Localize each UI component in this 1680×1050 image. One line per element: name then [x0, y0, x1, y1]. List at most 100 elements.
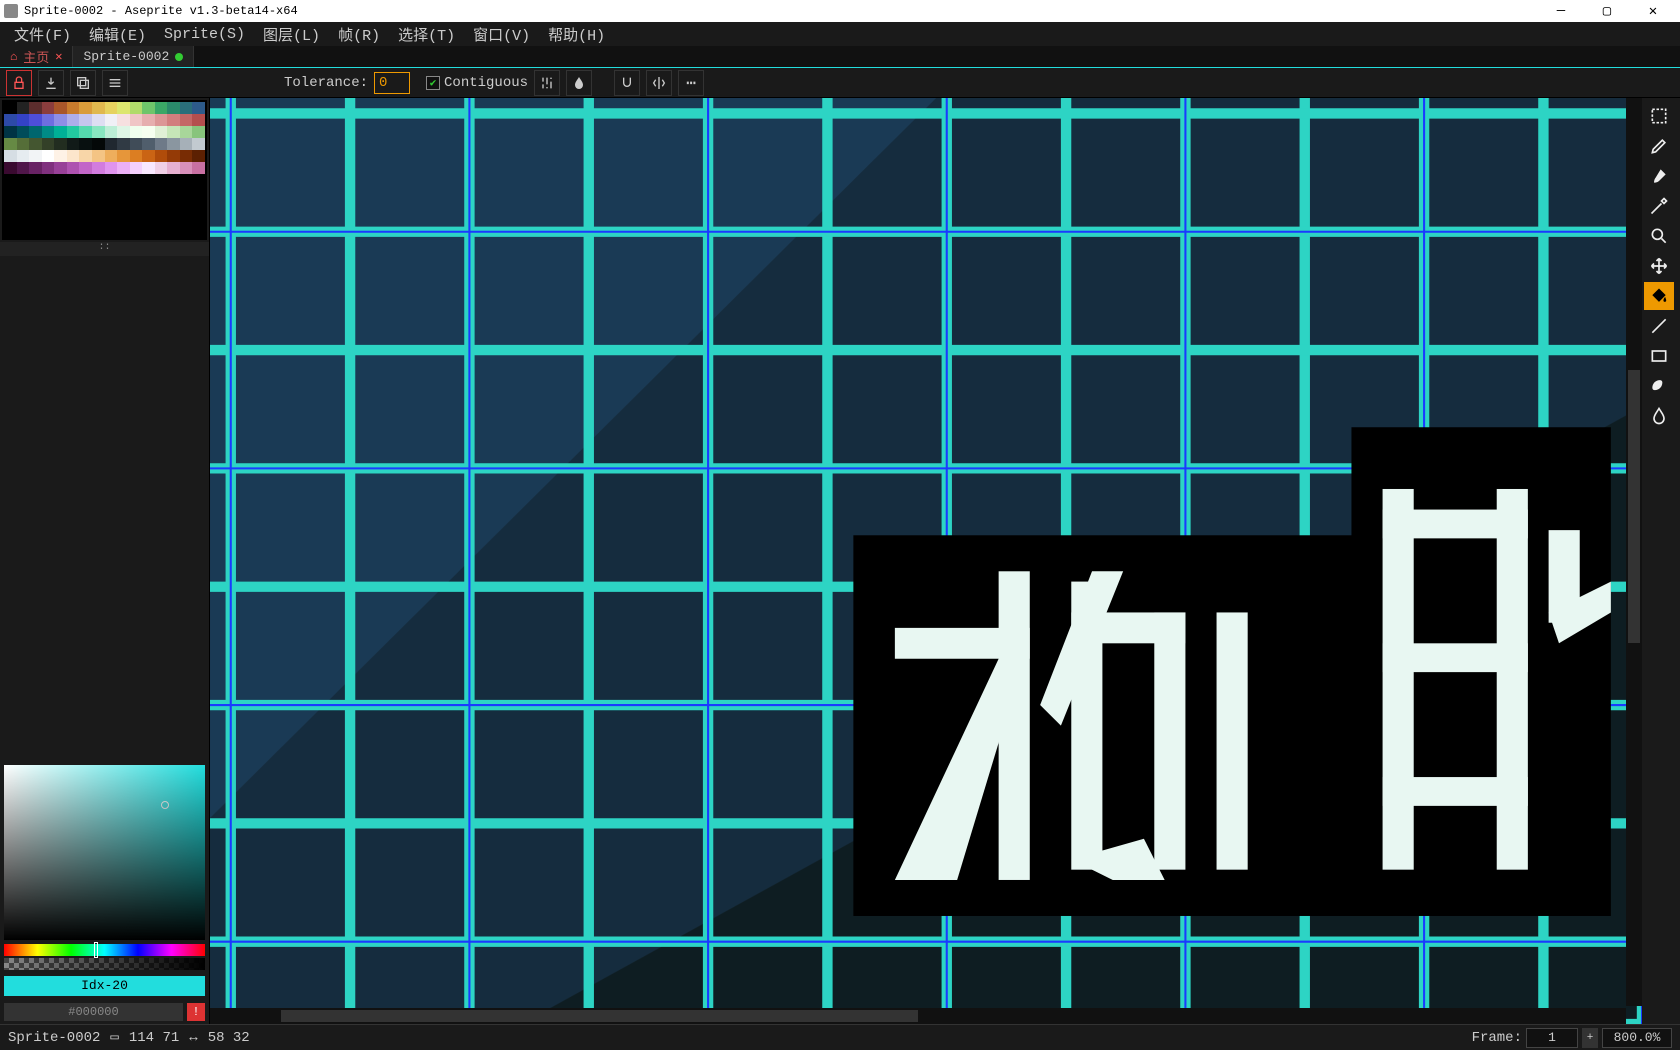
palette-swatch[interactable]	[17, 150, 30, 162]
tolerance-input[interactable]	[374, 72, 410, 94]
palette-swatch[interactable]	[79, 162, 92, 174]
palette-swatch[interactable]	[54, 102, 67, 114]
horizontal-scrollbar[interactable]	[210, 1008, 1626, 1024]
tool-marquee[interactable]	[1644, 102, 1674, 130]
palette-swatch[interactable]	[167, 150, 180, 162]
palette-swatch[interactable]	[17, 162, 30, 174]
settings-mixer-icon[interactable]	[534, 70, 560, 96]
palette-swatch[interactable]	[105, 138, 118, 150]
palette-swatch[interactable]	[4, 102, 17, 114]
palette-swatch[interactable]	[42, 138, 55, 150]
palette-swatch[interactable]	[29, 150, 42, 162]
palette-swatch[interactable]	[79, 138, 92, 150]
palette-swatch[interactable]	[42, 150, 55, 162]
menu-sprite[interactable]: Sprite(S)	[156, 24, 253, 45]
menu-frame[interactable]: 帧(R)	[330, 22, 388, 47]
menu-window[interactable]: 窗口(V)	[465, 22, 538, 47]
palette-swatch[interactable]	[4, 138, 17, 150]
palette-swatch[interactable]	[42, 102, 55, 114]
palette-swatch[interactable]	[180, 102, 193, 114]
symmetry-icon[interactable]	[646, 70, 672, 96]
contiguous-checkbox[interactable]: ✔ Contiguous	[426, 75, 528, 91]
palette-swatch[interactable]	[92, 150, 105, 162]
palette-swatch[interactable]	[155, 114, 168, 126]
more-icon[interactable]: ⋯	[678, 70, 704, 96]
palette-swatch[interactable]	[130, 102, 143, 114]
palette-swatch[interactable]	[79, 150, 92, 162]
palette-swatch[interactable]	[92, 126, 105, 138]
tool-contour[interactable]	[1644, 372, 1674, 400]
palette-swatch[interactable]	[92, 162, 105, 174]
ink-icon[interactable]	[566, 70, 592, 96]
palette-swatch[interactable]	[17, 126, 30, 138]
palette-swatch[interactable]	[92, 102, 105, 114]
tool-move[interactable]	[1644, 252, 1674, 280]
palette-swatch[interactable]	[117, 114, 130, 126]
palette-swatch[interactable]	[117, 102, 130, 114]
palette-swatch[interactable]	[117, 126, 130, 138]
palette-swatch[interactable]	[79, 102, 92, 114]
menu-help[interactable]: 帮助(H)	[540, 22, 613, 47]
palette-swatch[interactable]	[117, 138, 130, 150]
palette-swatch[interactable]	[192, 126, 205, 138]
frame-add-button[interactable]: +	[1582, 1028, 1598, 1048]
palette-swatch[interactable]	[142, 102, 155, 114]
palette-swatch[interactable]	[79, 126, 92, 138]
color-picker-sv[interactable]	[4, 765, 205, 940]
palette-swatch[interactable]	[117, 150, 130, 162]
frame-input[interactable]	[1526, 1028, 1578, 1048]
menu-file[interactable]: 文件(F)	[6, 22, 79, 47]
menu-edit[interactable]: 编辑(E)	[81, 22, 154, 47]
vscroll-thumb[interactable]	[1628, 370, 1640, 642]
tool-line[interactable]	[1644, 312, 1674, 340]
window-close[interactable]: ✕	[1630, 0, 1676, 22]
palette-swatch[interactable]	[67, 114, 80, 126]
palette-swatch[interactable]	[192, 162, 205, 174]
palette-swatch[interactable]	[167, 138, 180, 150]
palette-swatch[interactable]	[155, 126, 168, 138]
palette-swatch[interactable]	[67, 138, 80, 150]
tool-zoom[interactable]	[1644, 222, 1674, 250]
palette-swatch[interactable]	[17, 114, 30, 126]
tool-eyedropper[interactable]	[1644, 192, 1674, 220]
palette-swatch[interactable]	[105, 162, 118, 174]
window-maximize[interactable]: ▢	[1584, 0, 1630, 22]
palette-swatch[interactable]	[130, 114, 143, 126]
palette-swatch[interactable]	[142, 126, 155, 138]
palette-swatch[interactable]	[155, 150, 168, 162]
palette-swatch[interactable]	[67, 126, 80, 138]
palette-swatch[interactable]	[79, 114, 92, 126]
palette-swatch[interactable]	[180, 126, 193, 138]
palette-swatch[interactable]	[42, 114, 55, 126]
palette-swatch[interactable]	[180, 114, 193, 126]
palette-swatch[interactable]	[180, 138, 193, 150]
menu-select[interactable]: 选择(T)	[390, 22, 463, 47]
hscroll-thumb[interactable]	[281, 1010, 918, 1022]
palette-swatch[interactable]	[105, 126, 118, 138]
palette-swatch[interactable]	[155, 162, 168, 174]
palette-swatch[interactable]	[54, 114, 67, 126]
palette-swatch[interactable]	[130, 126, 143, 138]
palette-swatch[interactable]	[17, 102, 30, 114]
palette-swatch[interactable]	[29, 138, 42, 150]
palette-swatch[interactable]	[155, 138, 168, 150]
palette-swatch[interactable]	[142, 162, 155, 174]
palette-swatch[interactable]	[142, 150, 155, 162]
palette-swatch[interactable]	[180, 150, 193, 162]
palette-swatch[interactable]	[130, 162, 143, 174]
palette-swatch[interactable]	[192, 114, 205, 126]
palette-swatch[interactable]	[4, 114, 17, 126]
palette-swatch[interactable]	[192, 138, 205, 150]
palette-swatch[interactable]	[105, 150, 118, 162]
palette-swatch[interactable]	[192, 102, 205, 114]
palette-swatch[interactable]	[142, 114, 155, 126]
snap-icon[interactable]	[614, 70, 640, 96]
palette-swatch[interactable]	[167, 102, 180, 114]
palette-swatch[interactable]	[29, 126, 42, 138]
tool-brush[interactable]	[1644, 162, 1674, 190]
menu-icon[interactable]	[102, 70, 128, 96]
palette-swatch[interactable]	[92, 138, 105, 150]
palette-swatch[interactable]	[167, 114, 180, 126]
tool-pencil[interactable]	[1644, 132, 1674, 160]
lock-icon[interactable]	[6, 70, 32, 96]
